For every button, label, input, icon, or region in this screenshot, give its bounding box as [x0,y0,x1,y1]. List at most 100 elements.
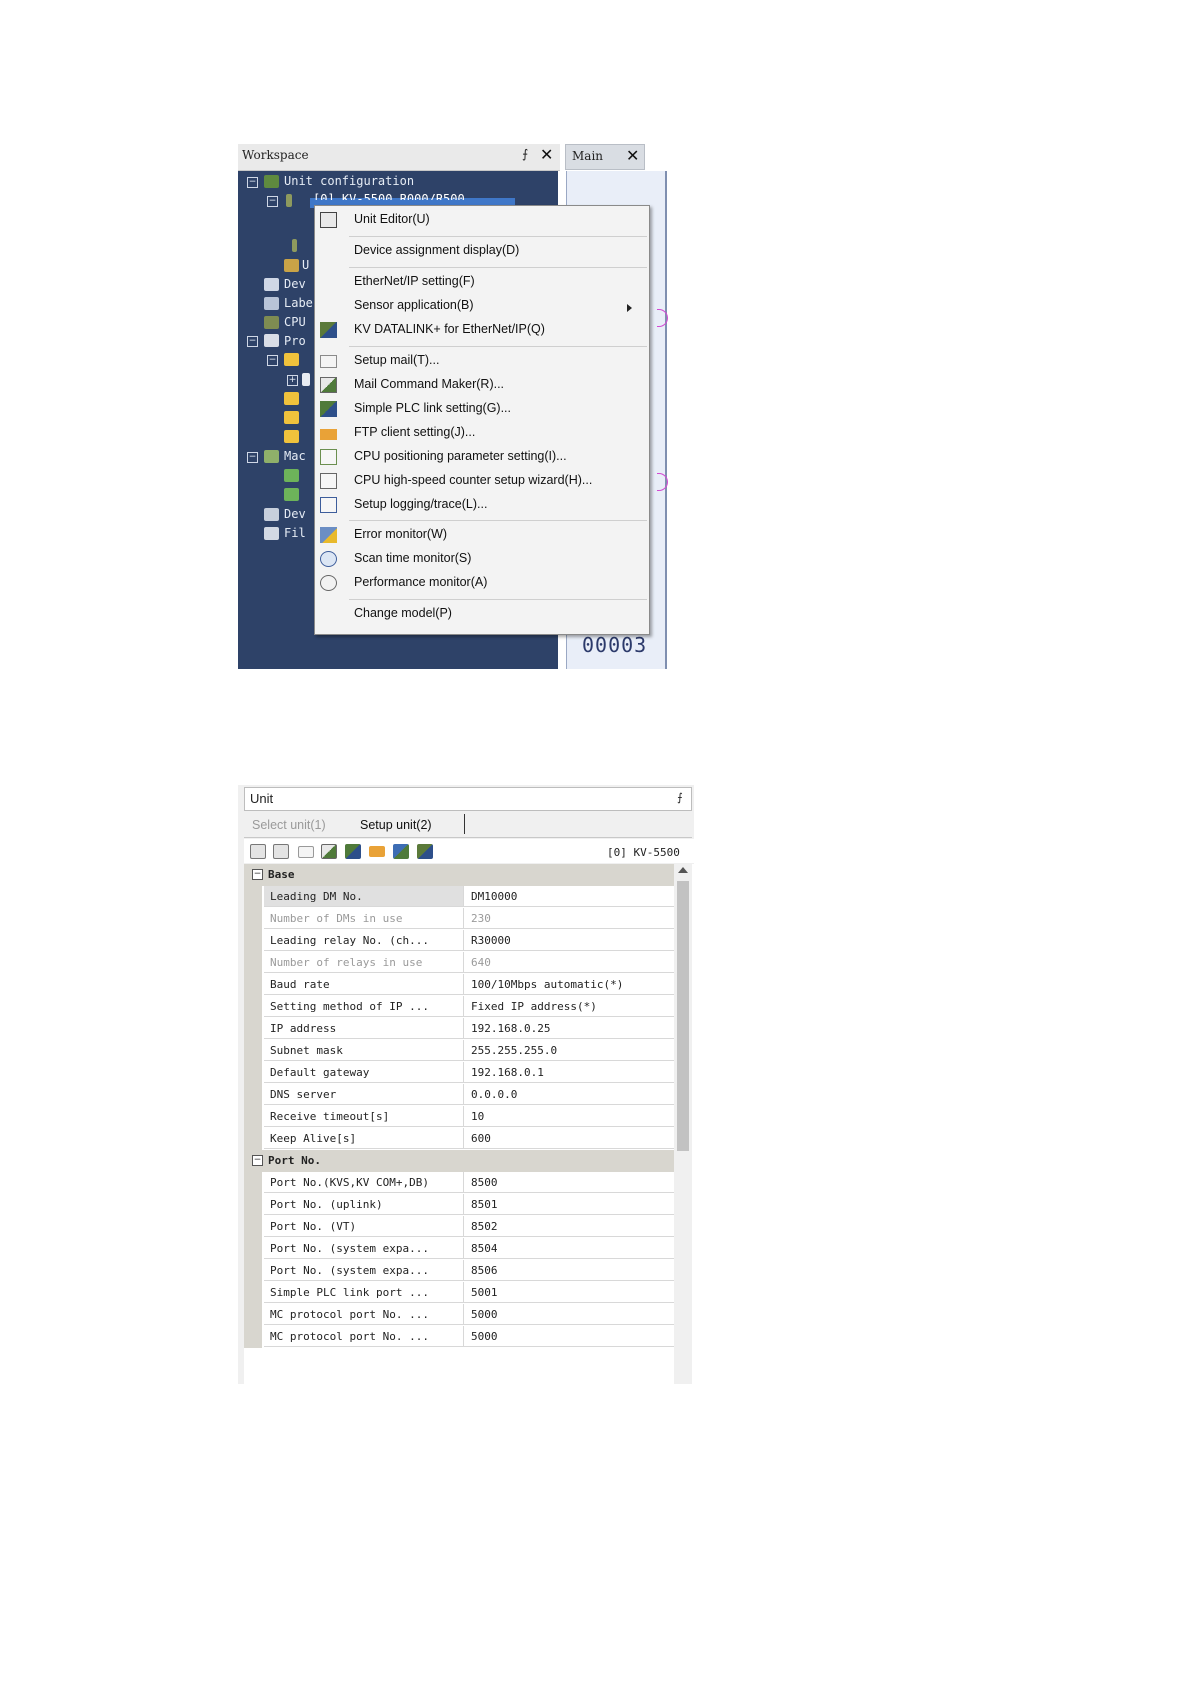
table-row[interactable]: Default gateway 192.168.0.1 [244,1062,674,1084]
tab-select-unit[interactable]: Select unit(1) [252,818,326,832]
collapse-icon[interactable]: − [267,196,278,207]
menu-item-change-model[interactable]: Change model(P) [315,603,649,627]
property-value[interactable]: 0.0.0.0 [464,1084,674,1105]
menu-item-error-monitor[interactable]: Error monitor(W) [315,524,649,548]
property-value[interactable]: 192.168.0.25 [464,1018,674,1039]
menu-item-device-assignment[interactable]: Device assignment display(D) [315,240,649,264]
table-row[interactable]: Baud rate 100/10Mbps automatic(*) [244,974,674,996]
close-icon[interactable]: ✕ [626,146,639,165]
property-value[interactable]: 8502 [464,1216,674,1237]
table-row[interactable]: IP address 192.168.0.25 [244,1018,674,1040]
plc-link-icon[interactable] [345,844,361,859]
row-gutter [244,886,262,908]
menu-item-ethernet-ip[interactable]: EtherNet/IP setting(F) [315,271,649,295]
table-row[interactable]: Leading relay No. (ch... R30000 [244,930,674,952]
property-value[interactable]: 8506 [464,1260,674,1281]
property-value[interactable]: 600 [464,1128,674,1149]
table-row[interactable]: Number of DMs in use 230 [244,908,674,930]
tab-main[interactable]: Main ✕ [565,144,645,170]
tree-item-kv5500[interactable]: [0] KV-5500 R000/R500 [313,190,465,200]
property-value[interactable]: 5000 [464,1304,674,1325]
tree-item-unit-configuration[interactable]: Unit configuration [284,172,414,190]
table-row[interactable]: Port No. (system expa... 8506 [244,1260,674,1282]
menu-item-setup-mail[interactable]: Setup mail(T)... [315,350,649,374]
property-value[interactable]: 192.168.0.1 [464,1062,674,1083]
expand-icon[interactable]: + [287,375,298,386]
vertical-scrollbar[interactable] [674,864,692,1384]
property-value[interactable]: DM10000 [464,886,674,907]
mail-icon[interactable] [298,846,314,858]
property-value[interactable]: 255.255.255.0 [464,1040,674,1061]
table-row[interactable]: Subnet mask 255.255.255.0 [244,1040,674,1062]
table-row[interactable]: Number of relays in use 640 [244,952,674,974]
table-row[interactable]: Port No. (uplink) 8501 [244,1194,674,1216]
row-gutter [244,952,262,974]
property-value[interactable]: 5001 [464,1282,674,1303]
datalink-icon[interactable] [417,844,433,859]
expand-all-icon[interactable] [250,844,266,859]
menu-item-unit-editor[interactable]: Unit Editor(U) [315,209,649,233]
collapse-all-icon[interactable] [273,844,289,859]
tree-item-label[interactable]: Labe [284,294,313,312]
tree-item-file[interactable]: Fil [284,524,306,542]
property-value[interactable]: Fixed IP address(*) [464,996,674,1017]
table-row[interactable]: Leading DM No. DM10000 [244,886,674,908]
menu-item-scan-time-monitor[interactable]: Scan time monitor(S) [315,548,649,572]
property-value[interactable]: 8504 [464,1238,674,1259]
pin-icon[interactable]: ⨍ [522,147,528,161]
property-name: Subnet mask [264,1040,464,1061]
menu-item-mail-command-maker[interactable]: Mail Command Maker(R)... [315,374,649,398]
menu-item-cpu-counter[interactable]: CPU high-speed counter setup wizard(H)..… [315,470,649,494]
tree-item-device-init[interactable]: Dev [284,505,306,523]
tree-item-macro[interactable]: Mac [284,447,306,465]
table-row[interactable]: Keep Alive[s] 600 [244,1128,674,1150]
tree-item-cpu[interactable]: CPU [284,313,306,331]
group-port-no[interactable]: − Port No. [244,1150,674,1172]
group-label: Port No. [268,1154,321,1167]
collapse-icon[interactable]: − [247,177,258,188]
menu-item-ftp-client[interactable]: FTP client setting(J)... [315,422,649,446]
property-value[interactable]: 10 [464,1106,674,1127]
table-row[interactable]: Port No. (VT) 8502 [244,1216,674,1238]
table-row[interactable]: Receive timeout[s] 10 [244,1106,674,1128]
property-value[interactable]: 100/10Mbps automatic(*) [464,974,674,995]
property-value[interactable]: 8501 [464,1194,674,1215]
unit-titlebar: Unit ⨍ [244,787,692,811]
menu-item-performance-monitor[interactable]: Performance monitor(A) [315,572,649,596]
menu-item-kv-datalink[interactable]: KV DATALINK+ for EtherNet/IP(Q) [315,319,649,343]
menu-item-simple-plc-link[interactable]: Simple PLC link setting(G)... [315,398,649,422]
table-row[interactable]: Simple PLC link port ... 5001 [244,1282,674,1304]
collapse-icon[interactable]: − [247,452,258,463]
table-row[interactable]: MC protocol port No. ... 5000 [244,1326,674,1348]
property-name: Setting method of IP ... [264,996,464,1017]
close-icon[interactable]: ✕ [540,145,553,164]
collapse-icon[interactable]: − [247,336,258,347]
network-icon[interactable] [393,844,409,859]
menu-item-sensor-application[interactable]: Sensor application(B) [315,295,649,319]
table-row[interactable]: DNS server 0.0.0.0 [244,1084,674,1106]
tree-item-program[interactable]: Pro [284,332,306,350]
scroll-up-icon[interactable] [678,867,688,873]
table-row[interactable]: MC protocol port No. ... 5000 [244,1304,674,1326]
table-row[interactable]: Setting method of IP ... Fixed IP address… [244,996,674,1018]
collapse-icon[interactable]: − [252,869,263,880]
property-name: MC protocol port No. ... [264,1326,464,1347]
property-value[interactable]: R30000 [464,930,674,951]
property-value[interactable]: 8500 [464,1172,674,1193]
group-base[interactable]: − Base [244,864,674,886]
mail-command-icon[interactable] [321,844,337,859]
tree-item-u[interactable]: U [302,256,309,274]
property-value[interactable]: 5000 [464,1326,674,1347]
menu-item-cpu-positioning[interactable]: CPU positioning parameter setting(I)... [315,446,649,470]
table-row[interactable]: Port No. (system expa... 8504 [244,1238,674,1260]
ftp-icon[interactable] [369,846,385,857]
tab-setup-unit[interactable]: Setup unit(2) [360,818,432,832]
pin-icon[interactable]: ⨍ [677,791,683,804]
scrollbar-thumb[interactable] [677,881,689,1151]
tree-item-device[interactable]: Dev [284,275,306,293]
menu-item-logging-trace[interactable]: Setup logging/trace(L)... [315,494,649,518]
collapse-icon[interactable]: − [252,1155,263,1166]
table-row[interactable]: Port No.(KVS,KV COM+,DB) 8500 [244,1172,674,1194]
tab-underline [244,837,692,838]
collapse-icon[interactable]: − [267,355,278,366]
